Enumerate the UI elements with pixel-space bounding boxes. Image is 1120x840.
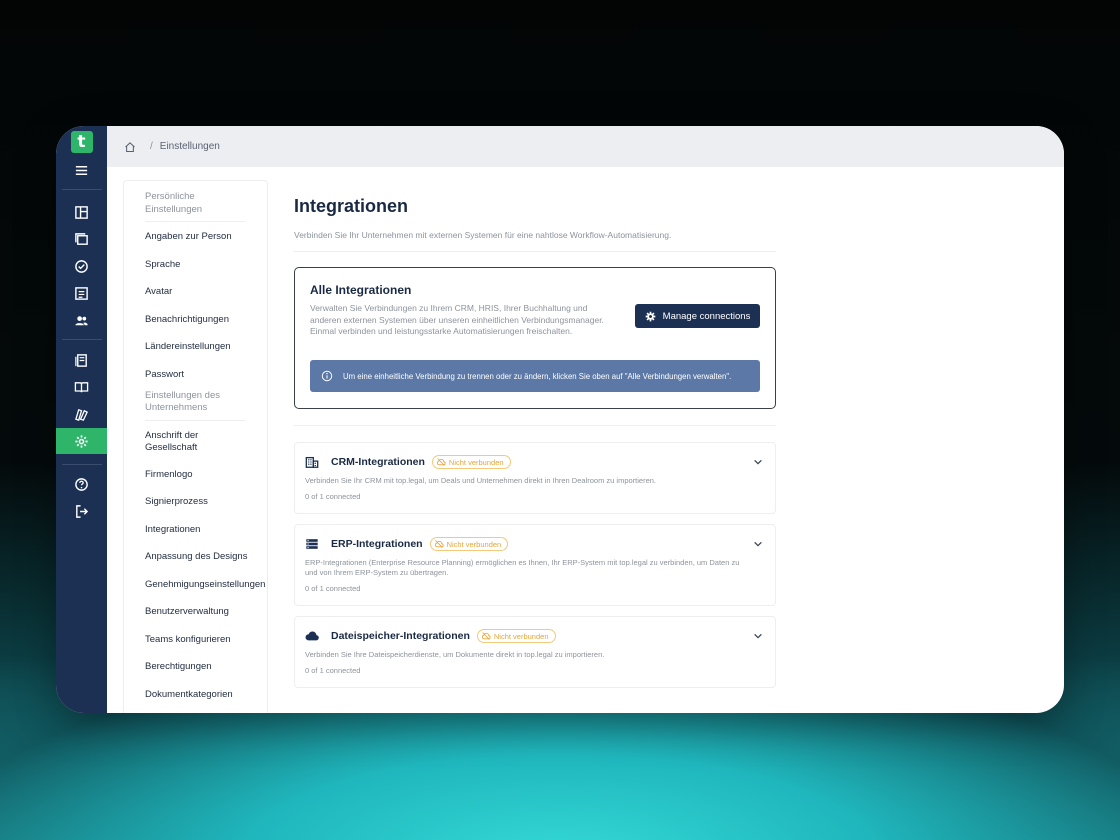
status-badge-label: Nicht verbunden	[493, 631, 549, 641]
crm-description: Verbinden Sie Ihr CRM mit top.legal, um …	[305, 476, 656, 485]
logout-icon[interactable]	[56, 498, 107, 524]
nav-item-sprache[interactable]: Sprache	[145, 259, 267, 287]
nav-item-benutzerverwaltung[interactable]: Benutzerverwaltung	[145, 606, 267, 634]
home-icon[interactable]	[124, 141, 136, 153]
breadcrumb: / Einstellungen	[107, 126, 1064, 167]
erp-integrations-card[interactable]: ERP-Integrationen Nicht verbunden ERP-In…	[294, 524, 776, 606]
dashboard-icon[interactable]	[56, 199, 107, 225]
file-storage-description: Verbinden Sie Ihre Dateispeicherdienste,…	[305, 650, 605, 659]
file-storage-title: Dateispeicher-Integrationen	[331, 630, 470, 642]
breadcrumb-current[interactable]: Einstellungen	[160, 141, 220, 152]
nav-item-teams[interactable]: Teams konfigurieren	[145, 634, 267, 662]
nav-item-dokumentkategorien[interactable]: Dokumentkategorien	[145, 689, 267, 714]
crm-integrations-card[interactable]: CRM-Integrationen Nicht verbunden Verbin…	[294, 442, 776, 514]
divider	[294, 425, 776, 426]
erp-count: 0 of 1 connected	[305, 584, 361, 593]
nav-group-company: Einstellungen des Unternehmens	[145, 390, 245, 421]
breadcrumb-separator: /	[150, 141, 153, 152]
cloud-icon	[305, 631, 319, 641]
nav-item-anschrift[interactable]: Anschrift der Gesellschaft	[145, 430, 235, 469]
app-window: t / Einstellungen Persönliche Einstellun…	[56, 126, 1064, 713]
manage-connections-button[interactable]: Manage connections	[635, 304, 760, 328]
rail-divider	[61, 189, 102, 190]
crm-title: CRM-Integrationen	[331, 456, 425, 468]
nav-item-signierprozess[interactable]: Signierprozess	[145, 496, 267, 524]
settings-gear-icon[interactable]	[56, 428, 107, 454]
chevron-down-icon[interactable]	[753, 457, 763, 467]
server-icon	[306, 539, 318, 549]
cloud-off-icon	[436, 458, 446, 466]
menu-icon[interactable]	[56, 157, 107, 183]
manage-connections-label: Manage connections	[662, 310, 751, 322]
clauses-icon[interactable]	[56, 401, 107, 427]
page-title: Integrationen	[294, 196, 409, 216]
nav-item-passwort[interactable]: Passwort	[145, 369, 267, 390]
info-banner: Um eine einheitliche Verbindung zu trenn…	[310, 360, 760, 392]
nav-item-genehmigung[interactable]: Genehmigungseinstellungen	[145, 579, 267, 607]
status-badge-label: Nicht verbunden	[446, 539, 502, 549]
rail-divider	[61, 464, 102, 465]
cloud-off-icon	[434, 540, 444, 548]
chevron-down-icon[interactable]	[753, 631, 763, 641]
status-badge: Nicht verbunden	[431, 455, 511, 469]
cloud-off-icon	[481, 632, 491, 640]
rail-divider	[61, 339, 102, 340]
erp-title: ERP-Integrationen	[331, 538, 423, 550]
nav-item-benachrichtigungen[interactable]: Benachrichtigungen	[145, 314, 267, 342]
book-icon[interactable]	[56, 374, 107, 400]
tasks-check-icon[interactable]	[56, 253, 107, 279]
status-badge: Nicht verbunden	[429, 537, 509, 551]
info-banner-text: Um eine einheitliche Verbindung zu trenn…	[343, 371, 732, 381]
main-rail: t	[56, 126, 107, 713]
building-icon	[305, 456, 319, 468]
info-icon	[321, 370, 333, 382]
crm-count: 0 of 1 connected	[305, 492, 361, 501]
status-badge: Nicht verbunden	[476, 629, 556, 643]
status-badge-label: Nicht verbunden	[448, 457, 504, 467]
all-integrations-description: Verwalten Sie Verbindungen zu Ihrem CRM,…	[310, 303, 604, 336]
nav-group-personal: Persönliche Einstellungen	[145, 191, 245, 222]
all-integrations-panel: Alle Integrationen Verwalten Sie Verbind…	[294, 267, 776, 409]
settings-nav: Persönliche Einstellungen Angaben zur Pe…	[123, 180, 268, 713]
nav-item-firmenlogo[interactable]: Firmenlogo	[145, 469, 267, 497]
list-icon[interactable]	[56, 280, 107, 306]
page-subtitle: Verbinden Sie Ihr Unternehmen mit extern…	[294, 230, 672, 240]
help-icon[interactable]	[56, 471, 107, 497]
users-icon[interactable]	[56, 307, 107, 333]
all-integrations-title: Alle Integrationen	[310, 283, 412, 297]
file-storage-integrations-card[interactable]: Dateispeicher-Integrationen Nicht verbun…	[294, 616, 776, 688]
documents-icon[interactable]	[56, 226, 107, 252]
app-logo[interactable]: t	[70, 131, 93, 153]
templates-icon[interactable]	[56, 347, 107, 373]
gear-icon	[645, 311, 655, 321]
nav-item-angaben[interactable]: Angaben zur Person	[145, 231, 267, 259]
integrations-page: Integrationen Verbinden Sie Ihr Unterneh…	[294, 180, 776, 688]
nav-item-laendereinstellungen[interactable]: Ländereinstellungen	[145, 341, 267, 369]
erp-description: ERP-Integrationen (Enterprise Resource P…	[305, 558, 740, 577]
nav-item-berechtigungen[interactable]: Berechtigungen	[145, 661, 267, 689]
nav-item-avatar[interactable]: Avatar	[145, 286, 267, 314]
divider	[294, 251, 776, 252]
chevron-down-icon[interactable]	[753, 539, 763, 549]
nav-item-design[interactable]: Anpassung des Designs	[145, 551, 267, 579]
file-storage-count: 0 of 1 connected	[305, 666, 361, 675]
nav-item-integrationen[interactable]: Integrationen	[145, 524, 267, 552]
